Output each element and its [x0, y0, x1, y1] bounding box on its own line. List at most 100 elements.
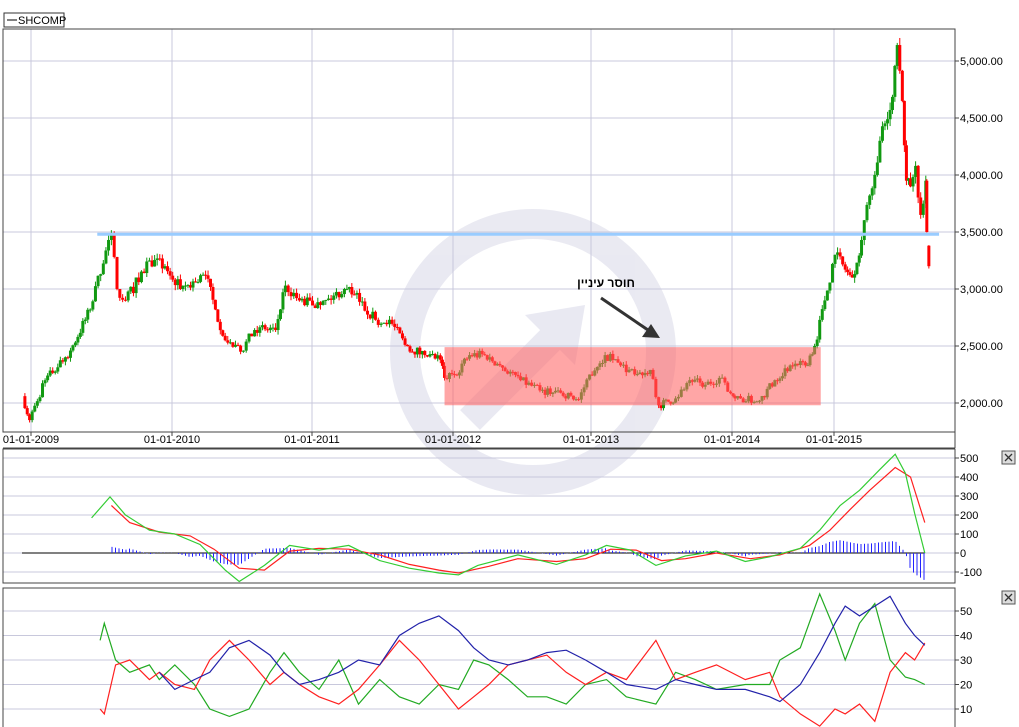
candle-body — [329, 298, 333, 300]
candle-body — [139, 271, 143, 283]
candle — [326, 294, 330, 301]
candle-body — [828, 282, 832, 291]
candle-body — [255, 330, 259, 333]
candle-body — [76, 336, 80, 343]
candle-body — [283, 285, 287, 293]
candle — [121, 294, 125, 303]
adx-line — [158, 595, 926, 703]
candle — [271, 323, 275, 332]
candle-body — [308, 297, 312, 301]
candle — [118, 288, 122, 301]
candle-body — [838, 252, 842, 257]
candle-body — [289, 292, 293, 297]
candle — [305, 293, 309, 307]
candle-body — [137, 277, 141, 283]
legend: SHCOMP — [3, 12, 66, 28]
candle-body — [366, 310, 370, 315]
candle — [137, 272, 141, 286]
candle — [126, 290, 130, 303]
candle-body — [96, 275, 100, 287]
candle-body — [233, 344, 237, 347]
candle-body — [297, 298, 301, 301]
candle-body — [321, 300, 325, 305]
candle — [398, 326, 402, 334]
candle-body — [123, 299, 127, 301]
candle — [358, 288, 362, 306]
y-tick-label: 100 — [960, 529, 978, 541]
candle-body — [345, 288, 349, 290]
candle — [226, 336, 230, 345]
candle-body — [150, 260, 154, 267]
candle — [385, 319, 389, 327]
candle-body — [271, 327, 275, 329]
candle-body — [843, 264, 847, 270]
candle — [295, 288, 299, 301]
candle — [244, 339, 248, 353]
candle-body — [244, 341, 248, 351]
candle-body — [820, 309, 824, 320]
candle-body — [145, 261, 149, 274]
candle-body — [373, 311, 377, 320]
candle — [431, 350, 435, 356]
close-macd-panel-button[interactable] — [1001, 450, 1016, 465]
candle-body — [213, 299, 217, 310]
candle-body — [158, 258, 162, 260]
candle — [255, 325, 259, 337]
candle-body — [848, 272, 852, 275]
candle-body — [236, 344, 240, 346]
candle — [131, 282, 135, 297]
candle-body — [131, 286, 135, 294]
candle-body — [109, 235, 113, 240]
candle-body — [134, 277, 138, 294]
candle-body — [250, 333, 254, 337]
candle-body — [83, 319, 87, 322]
candle — [425, 354, 429, 358]
y-tick-label: 400 — [960, 472, 978, 484]
candle — [134, 277, 138, 298]
candle-body — [46, 375, 50, 381]
candle-body — [263, 325, 267, 330]
y-tick-label: 40 — [960, 631, 972, 643]
candle-body — [371, 311, 375, 319]
y-tick-label: 20 — [960, 680, 972, 692]
range-box — [444, 347, 821, 406]
candle — [173, 278, 177, 291]
candle — [41, 380, 45, 398]
candle-body — [880, 126, 884, 141]
candle-body — [25, 408, 29, 415]
candle-body — [53, 371, 57, 373]
candle — [337, 291, 341, 301]
candle-body — [873, 174, 877, 189]
candle-body — [428, 354, 432, 357]
candle-body — [91, 301, 95, 310]
candle — [233, 340, 237, 348]
candle-body — [393, 323, 397, 327]
candle — [101, 259, 105, 275]
candle-body — [101, 263, 105, 275]
candle-body — [163, 266, 167, 269]
candle — [221, 329, 225, 337]
candle — [308, 293, 312, 302]
candle-body — [385, 322, 389, 325]
candle-body — [260, 325, 264, 328]
candle-body — [300, 298, 304, 301]
y-tick-label: 2,500.00 — [960, 341, 1003, 353]
candle-body — [266, 329, 270, 331]
candle-body — [825, 290, 829, 301]
candle-body — [126, 291, 130, 301]
candle — [373, 310, 377, 321]
candle-body — [886, 119, 890, 124]
candle-body — [425, 355, 429, 357]
candle — [855, 262, 859, 276]
candle-body — [231, 342, 235, 347]
candle-body — [921, 203, 925, 215]
candle-body — [846, 269, 850, 273]
candle — [250, 333, 254, 337]
candle — [23, 393, 27, 410]
close-dmi-panel-button[interactable] — [1001, 590, 1016, 605]
candle — [139, 270, 143, 284]
candle — [825, 290, 829, 301]
candle-body — [305, 297, 309, 306]
y-tick-label: 300 — [960, 491, 978, 503]
candle-body — [318, 302, 322, 305]
